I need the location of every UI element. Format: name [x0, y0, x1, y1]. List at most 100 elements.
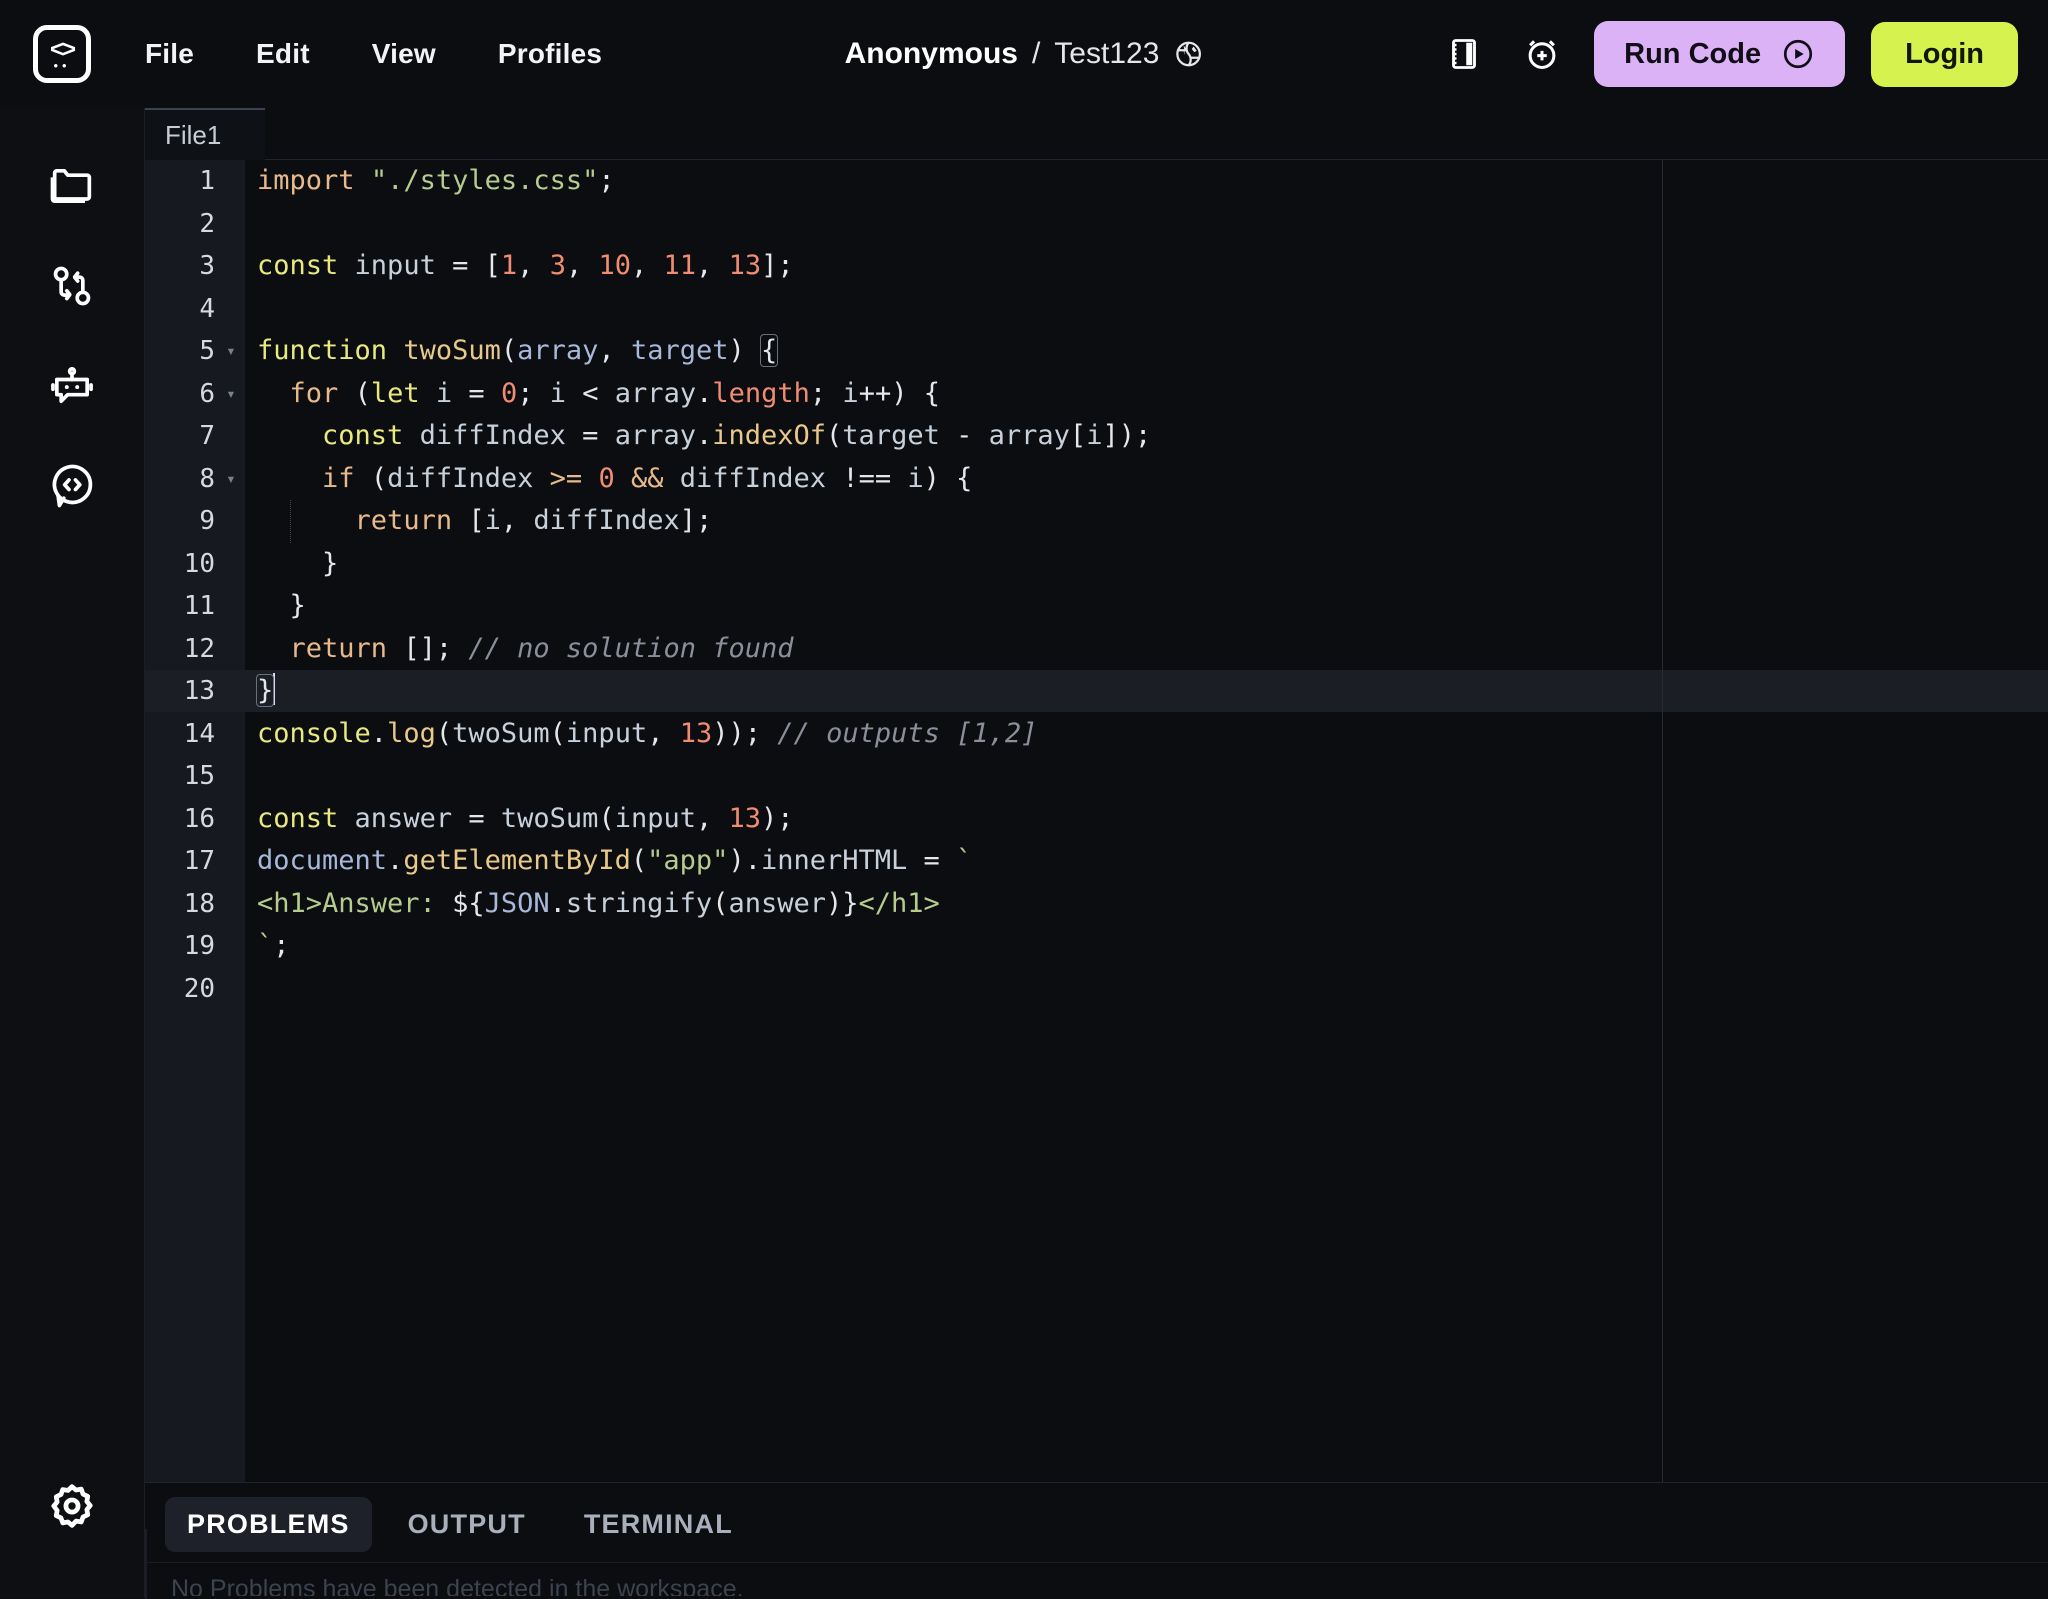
code-line[interactable]: 11 }	[145, 585, 2048, 628]
globe-icon[interactable]	[1173, 39, 1203, 69]
line-number: 13	[183, 676, 215, 706]
code-text: document.getElementById("app").innerHTML…	[257, 845, 973, 876]
header-actions: Run Code Login	[1438, 0, 2018, 108]
code-text: return []; // no solution found	[289, 632, 794, 664]
menu-list: File Edit View Profiles	[141, 30, 606, 78]
code-text: import "./styles.css";	[257, 165, 615, 196]
code-line[interactable]: 8 ▾ if (diffIndex >= 0 && diffIndex !== i…	[145, 458, 2048, 501]
code-lines: 1 import "./styles.css"; 2 3 const input = […	[145, 160, 2048, 1010]
panel-message: No Problems have been detected in the wo…	[145, 1562, 2048, 1596]
login-button[interactable]: Login	[1871, 21, 2018, 87]
line-number: 7	[199, 421, 215, 451]
code-line[interactable]: 3 const input = [1, 3, 10, 11, 13];	[145, 245, 2048, 288]
code-text: const answer = twoSum(input, 13);	[257, 802, 794, 834]
code-line[interactable]: 13}	[145, 670, 2048, 713]
notebook-panel-icon[interactable]	[1438, 28, 1490, 80]
fold-toggle-icon[interactable]: ▾	[223, 330, 239, 373]
panel-tab-list: PROBLEMS OUTPUT TERMINAL	[145, 1483, 2048, 1552]
code-text: <h1>Answer: ${JSON.stringify(answer)}</h…	[257, 887, 940, 919]
code-text: }	[255, 673, 276, 707]
code-line[interactable]: 16 const answer = twoSum(input, 13);	[145, 798, 2048, 841]
code-line[interactable]: 6 ▾ for (let i = 0; i < array.length; i++…	[145, 373, 2048, 416]
folder-icon	[46, 160, 98, 212]
line-number: 18	[183, 888, 215, 919]
code-line[interactable]: 14 console.log(twoSum(input, 13)); // out…	[145, 713, 2048, 756]
code-line[interactable]: 1 import "./styles.css";	[145, 160, 2048, 203]
code-line[interactable]: 17 document.getElementById("app").innerHT…	[145, 840, 2048, 883]
activity-bar-top-group	[0, 108, 145, 536]
editor-area: File1 1 import "./styles.css"; 2 3 const inp…	[145, 108, 2048, 1599]
code-text: function twoSum(array, target) {	[257, 334, 779, 367]
code-text: console.log(twoSum(input, 13)); // outpu…	[257, 717, 1038, 749]
code-line[interactable]: 4	[145, 288, 2048, 331]
code-line[interactable]: 19 `;	[145, 925, 2048, 968]
code-editor[interactable]: 1 import "./styles.css"; 2 3 const input = […	[145, 160, 2048, 1482]
gear-icon	[45, 1479, 99, 1533]
sidebar-item-source-control[interactable]	[0, 236, 145, 336]
code-line[interactable]: 20	[145, 968, 2048, 1011]
line-number: 10	[183, 548, 215, 579]
logo-dots: ••	[53, 58, 71, 73]
code-text: }	[289, 590, 306, 621]
tab-terminal[interactable]: TERMINAL	[562, 1497, 755, 1552]
code-line[interactable]: 7 const diffIndex = array.indexOf(target…	[145, 415, 2048, 458]
panel-side-rail	[145, 1529, 147, 1599]
code-text: if (diffIndex >= 0 && diffIndex !== i) {	[322, 462, 973, 494]
editor-tab-strip: File1	[145, 108, 2048, 160]
sidebar-item-settings[interactable]	[0, 1456, 145, 1556]
owner-name: Anonymous	[844, 37, 1018, 70]
code-brackets-logo-icon[interactable]: <> ••	[33, 25, 91, 83]
sidebar-item-files[interactable]	[0, 136, 145, 236]
code-line[interactable]: 9 return [i, diffIndex];	[145, 500, 2048, 543]
run-code-button[interactable]: Run Code	[1594, 21, 1846, 87]
line-number: 4	[199, 293, 215, 324]
indent-guide	[290, 500, 291, 543]
menu-item-edit[interactable]: Edit	[252, 30, 314, 78]
line-number: 3	[199, 251, 215, 281]
line-number: 6	[199, 378, 215, 409]
line-number: 11	[183, 591, 215, 621]
line-number: 5	[199, 336, 215, 366]
robot-icon	[46, 360, 98, 412]
fold-toggle-icon[interactable]: ▾	[223, 458, 239, 501]
sidebar-item-ai-assistant[interactable]	[0, 336, 145, 436]
alarm-add-icon[interactable]	[1516, 28, 1568, 80]
line-number: 17	[183, 846, 215, 876]
line-number: 1	[199, 166, 215, 196]
line-number: 12	[183, 633, 215, 664]
tab-output[interactable]: OUTPUT	[386, 1497, 548, 1552]
line-number: 19	[183, 931, 215, 961]
tab-problems[interactable]: PROBLEMS	[165, 1497, 372, 1552]
code-text: `;	[257, 930, 290, 961]
line-number: 14	[183, 718, 215, 749]
line-number: 20	[183, 973, 215, 1004]
line-number: 16	[183, 803, 215, 834]
code-text: }	[322, 547, 339, 579]
play-circle-icon	[1781, 37, 1815, 71]
code-line[interactable]: 5 ▾ function twoSum(array, target) {	[145, 330, 2048, 373]
sidebar-item-code-chat[interactable]	[0, 436, 145, 536]
code-line[interactable]: 2	[145, 203, 2048, 246]
line-number: 8	[199, 463, 215, 494]
code-text: const input = [1, 3, 10, 11, 13];	[257, 250, 794, 281]
title-separator: /	[1031, 37, 1041, 70]
activity-bar-bottom-group	[0, 1456, 145, 1598]
editor-tab-file1[interactable]: File1	[145, 108, 265, 160]
menu-item-view[interactable]: View	[368, 30, 440, 78]
code-text: const diffIndex = array.indexOf(target -…	[322, 420, 1152, 451]
menu-item-file[interactable]: File	[141, 30, 198, 78]
fold-toggle-icon[interactable]: ▾	[223, 373, 239, 416]
code-chat-bubble-icon	[46, 460, 98, 512]
git-branch-icon	[46, 260, 98, 312]
project-name[interactable]: Test123	[1054, 37, 1159, 71]
menu-item-profiles[interactable]: Profiles	[494, 30, 606, 78]
breadcrumb-project-title: Anonymous / Test123	[845, 37, 1204, 71]
code-line[interactable]: 18 <h1>Answer: ${JSON.stringify(answer)}<…	[145, 883, 2048, 926]
line-number: 2	[199, 208, 215, 239]
editor-tab-label: File1	[165, 119, 222, 150]
code-line[interactable]: 15	[145, 755, 2048, 798]
code-line[interactable]: 12 return []; // no solution found	[145, 628, 2048, 671]
line-number: 15	[183, 761, 215, 791]
code-line[interactable]: 10 }	[145, 543, 2048, 586]
top-menu-bar: <> •• File Edit View Profiles Anonymous …	[0, 0, 2048, 108]
